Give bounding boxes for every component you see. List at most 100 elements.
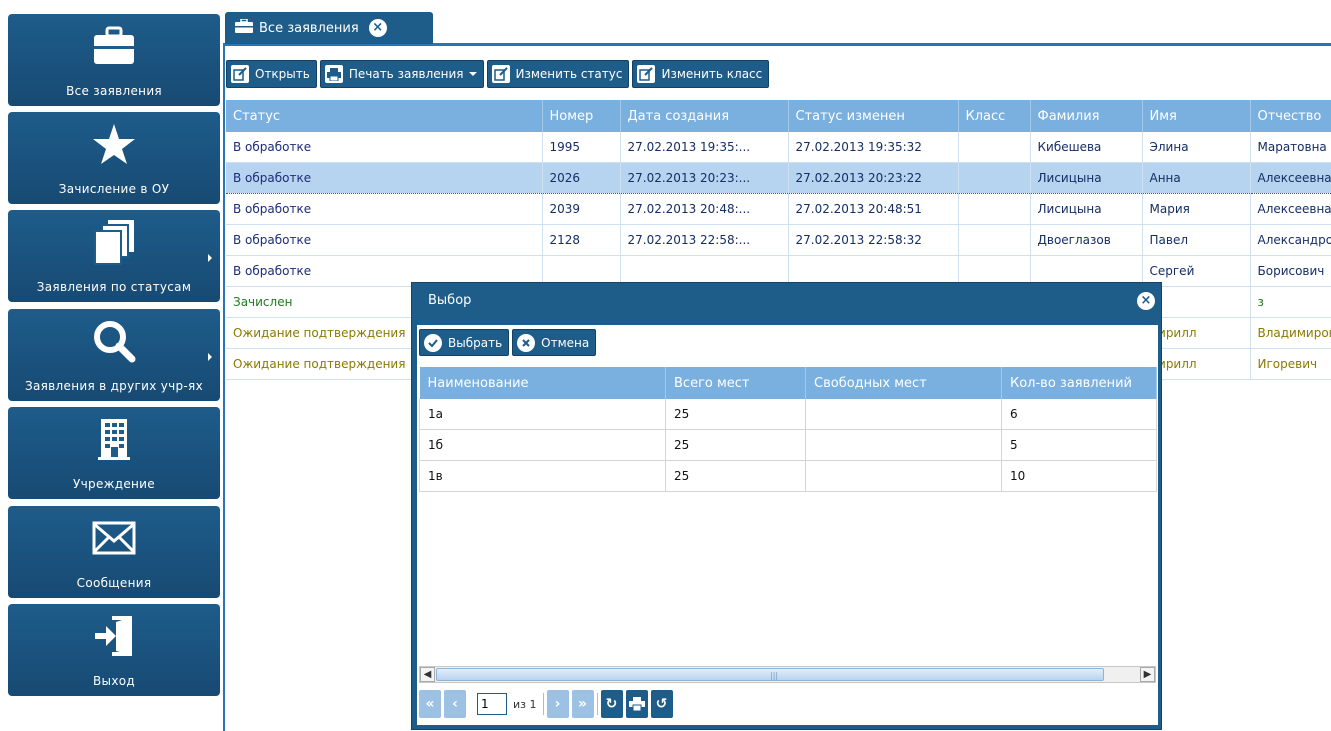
table-row[interactable]: 1б 25 5	[419, 429, 1157, 461]
number-cell: 2026	[542, 162, 621, 194]
cancel-button-label: Отмена	[541, 335, 590, 350]
middlename-cell: з	[1250, 286, 1331, 318]
column-header[interactable]: Свободных мест	[805, 367, 1002, 399]
created-cell: 27.02.2013 22:58:...	[620, 224, 789, 256]
printer-icon[interactable]	[625, 690, 648, 718]
chevron-down-icon	[468, 72, 477, 76]
sidebar-item-label: Все заявления	[66, 84, 162, 98]
column-header[interactable]: Дата создания	[620, 100, 789, 132]
sidebar-item-label: Сообщения	[76, 576, 152, 590]
edit-icon	[491, 65, 510, 83]
column-header[interactable]: Отчество	[1250, 100, 1331, 132]
table-row[interactable]: В обработке 1995 27.02.2013 19:35:... 27…	[226, 132, 1331, 163]
lastname-cell: Лисицына	[1030, 193, 1143, 225]
scroll-left-icon[interactable]: ◀	[420, 667, 435, 682]
sidebar-item-label: Выход	[93, 674, 135, 688]
first-page-icon[interactable]: «	[419, 690, 441, 718]
sidebar-item-enrollment[interactable]: Зачисление в ОУ	[8, 112, 220, 204]
grid-header: Наименование Всего мест Свободных мест К…	[419, 367, 1157, 399]
firstname-cell: Анна	[1142, 162, 1251, 194]
class-cell	[958, 193, 1031, 225]
horizontal-scrollbar[interactable]: ◀ ||| ▶	[419, 666, 1156, 683]
name-cell: 1в	[419, 460, 666, 492]
middlename-cell: Маратовна	[1250, 132, 1331, 163]
sidebar-item-messages[interactable]: Сообщения	[8, 506, 220, 598]
class-cell	[958, 224, 1031, 256]
divider	[596, 693, 598, 715]
pager: « ‹ из 1 › » ↻ ↺	[419, 687, 1156, 721]
close-tab-icon[interactable]: ×	[368, 19, 387, 37]
column-header[interactable]: Наименование	[419, 367, 666, 399]
column-header[interactable]: Всего мест	[665, 367, 806, 399]
sidebar-item-all-applications[interactable]: Все заявления	[8, 14, 220, 106]
class-cell	[958, 162, 1031, 194]
dialog-title: Выбор	[428, 293, 472, 308]
column-header[interactable]: Класс	[958, 100, 1031, 132]
loading-icon[interactable]: ↺	[650, 690, 673, 718]
column-header[interactable]: Имя	[1142, 100, 1251, 132]
tab-all-applications[interactable]: Все заявления ×	[225, 12, 433, 44]
table-row[interactable]: В обработке 2128 27.02.2013 22:58:... 27…	[226, 224, 1331, 256]
search-icon	[8, 317, 220, 365]
close-icon[interactable]: ×	[1137, 292, 1155, 310]
refresh-icon[interactable]: ↻	[600, 690, 623, 718]
count-cell: 5	[1001, 429, 1157, 461]
middlename-cell: Игоревич	[1250, 348, 1331, 380]
free-cell	[805, 399, 1002, 430]
change-status-button[interactable]: Изменить статус	[486, 60, 630, 88]
next-page-icon[interactable]: ›	[546, 690, 569, 718]
status-cell: В обработке	[226, 132, 543, 163]
sidebar: Все заявления Зачисление в ОУ Заявления …	[0, 0, 222, 731]
toolbar: Открыть Печать заявления Изменить статус…	[226, 60, 770, 88]
change-class-button[interactable]: Изменить класс	[632, 60, 770, 88]
status-cell: В обработке	[226, 162, 543, 194]
class-cell	[958, 132, 1031, 163]
page-count: из 1	[513, 697, 537, 711]
sidebar-item-label: Заявления по статусам	[36, 280, 192, 294]
number-cell: 2039	[542, 193, 621, 225]
changed-cell: 27.02.2013 22:58:32	[788, 224, 959, 256]
table-row[interactable]: В обработке 2039 27.02.2013 20:48:... 27…	[226, 193, 1331, 225]
dialog-toolbar: Выбрать Отмена	[419, 329, 597, 356]
sidebar-item-label: Учреждение	[73, 477, 155, 491]
table-row[interactable]: 1в 25 10	[419, 460, 1157, 492]
lastname-cell: Кибешева	[1030, 132, 1143, 163]
sidebar-item-institution[interactable]: Учреждение	[8, 407, 220, 499]
sidebar-item-label: Зачисление в ОУ	[58, 182, 170, 196]
table-row-selected[interactable]: В обработке 2026 27.02.2013 20:23:... 27…	[226, 162, 1331, 194]
firstname-cell: Элина	[1142, 132, 1251, 163]
open-button-label: Открыть	[255, 67, 310, 81]
edit-icon	[637, 65, 656, 83]
dialog-body: Выбрать Отмена Наименование Всего мест С…	[417, 325, 1158, 725]
cancel-circle-icon	[517, 333, 536, 352]
tab-label: Все заявления	[259, 20, 359, 36]
sidebar-item-exit[interactable]: Выход	[8, 604, 220, 696]
last-page-icon[interactable]: »	[571, 690, 594, 718]
page-number-input[interactable]	[477, 693, 507, 715]
column-header[interactable]: Кол-во заявлений	[1001, 367, 1157, 399]
scroll-right-icon[interactable]: ▶	[1140, 667, 1155, 682]
check-circle-icon	[424, 333, 442, 352]
submenu-arrow-icon	[208, 254, 212, 262]
tab-bar: Все заявления ×	[223, 10, 1331, 46]
free-cell	[805, 429, 1002, 461]
column-header[interactable]: Номер	[542, 100, 621, 132]
submenu-arrow-icon	[208, 353, 212, 361]
prev-page-icon[interactable]: ‹	[444, 690, 466, 718]
table-row[interactable]: 1а 25 6	[419, 399, 1157, 430]
column-header[interactable]: Фамилия	[1030, 100, 1143, 132]
scrollbar-thumb[interactable]: |||	[436, 668, 1104, 681]
sidebar-item-other-institutions[interactable]: Заявления в других учр-ях	[8, 309, 220, 401]
open-button[interactable]: Открыть	[226, 60, 317, 88]
changed-cell: 27.02.2013 20:23:22	[788, 162, 959, 194]
name-cell: 1а	[419, 399, 666, 430]
print-application-button[interactable]: Печать заявления	[319, 60, 484, 88]
free-cell	[805, 460, 1002, 492]
changed-cell: 27.02.2013 20:48:51	[788, 193, 959, 225]
select-button[interactable]: Выбрать	[419, 329, 510, 356]
change-class-label: Изменить класс	[661, 67, 763, 81]
column-header[interactable]: Статус	[226, 100, 543, 132]
sidebar-item-by-status[interactable]: Заявления по статусам	[8, 210, 220, 302]
cancel-button[interactable]: Отмена	[512, 329, 597, 356]
column-header[interactable]: Статус изменен	[788, 100, 959, 132]
